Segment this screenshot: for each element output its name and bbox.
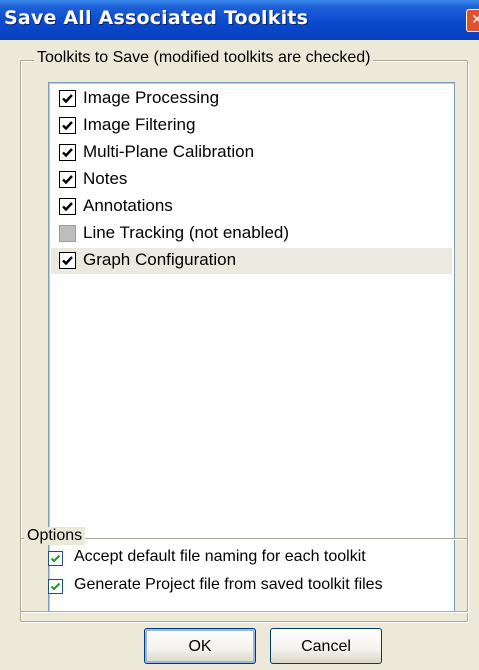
list-item-label: Notes (83, 169, 128, 188)
ok-button[interactable]: OK (144, 628, 256, 664)
list-item-label: Multi-Plane Calibration (83, 142, 255, 161)
list-item-label: Image Processing (83, 88, 220, 107)
window-title: Save All Associated Toolkits (4, 7, 309, 29)
checkbox-checked-icon[interactable] (59, 198, 76, 215)
list-item-label: Graph Configuration (83, 250, 237, 269)
list-item-notes[interactable]: Notes (51, 167, 452, 193)
checkbox-checked-icon[interactable] (48, 551, 63, 566)
accept-default-naming-label: Accept default file naming for each tool… (74, 548, 366, 565)
list-item-label: Line Tracking (not enabled) (83, 223, 290, 242)
checkbox-checked-icon[interactable] (59, 90, 76, 107)
list-item-image-processing[interactable]: Image Processing (51, 86, 452, 112)
toolkits-list[interactable]: Image Processing Image Filtering Multi-P… (48, 82, 455, 613)
generate-project-file-label: Generate Project file from saved toolkit… (74, 576, 383, 593)
list-item-line-tracking: Line Tracking (not enabled) (51, 221, 452, 247)
options-group-legend: Options (24, 527, 86, 545)
list-item-graph-configuration[interactable]: Graph Configuration (51, 248, 452, 274)
checkbox-checked-icon[interactable] (59, 144, 76, 161)
close-icon: ✕ (471, 12, 479, 28)
list-item-multi-plane-calibration[interactable]: Multi-Plane Calibration (51, 140, 452, 166)
close-button[interactable]: ✕ (466, 9, 479, 32)
checkbox-disabled-icon (59, 225, 76, 242)
cancel-button[interactable]: Cancel (270, 628, 382, 664)
title-bar[interactable]: Save All Associated Toolkits ✕ (0, 0, 479, 40)
list-item-label: Image Filtering (83, 115, 196, 134)
checkbox-checked-icon[interactable] (59, 117, 76, 134)
checkbox-checked-icon[interactable] (48, 579, 63, 594)
toolkits-group-legend: Toolkits to Save (modified toolkits are … (34, 49, 374, 67)
list-item-label: Annotations (83, 196, 173, 215)
list-item-image-filtering[interactable]: Image Filtering (51, 113, 452, 139)
checkbox-checked-icon[interactable] (59, 252, 76, 269)
checkbox-checked-icon[interactable] (59, 171, 76, 188)
list-item-annotations[interactable]: Annotations (51, 194, 452, 220)
